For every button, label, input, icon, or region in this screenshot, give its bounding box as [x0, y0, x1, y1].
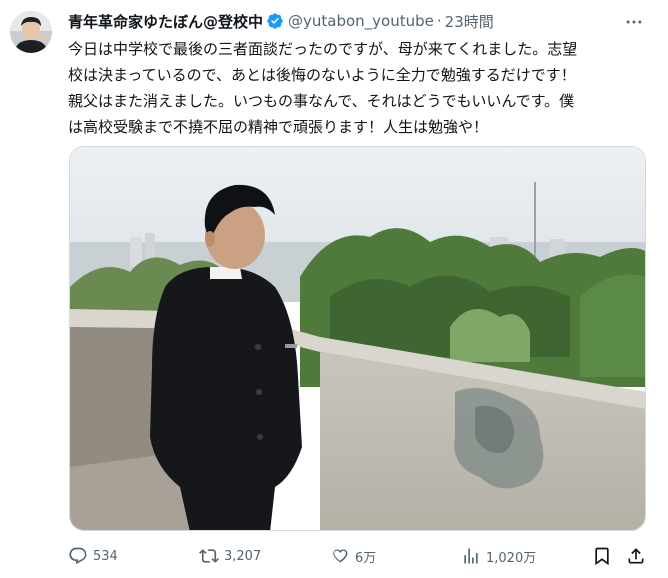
tweet-text-line: 親父はまた消えました。いつもの事なんで、それはどうでもいいんです。僕 [68, 92, 575, 110]
tweet-text: 今日は中学校で最後の三者面談だったのですが、母が来てくれました。志望 校は決まっ… [68, 36, 648, 140]
tweet-photo[interactable] [69, 146, 646, 531]
action-bar: 534 3,207 6万 1,020万 [68, 543, 650, 569]
reply-count: 534 [93, 548, 118, 564]
share-button[interactable] [626, 543, 651, 569]
tweet-text-line: 今日は中学校で最後の三者面談だったのですが、母が来てくれました。志望 [68, 40, 578, 58]
bar-chart-icon [464, 548, 478, 564]
user-handle[interactable]: @yutabon_youtube [288, 12, 434, 30]
timestamp[interactable]: 23時間 [445, 11, 494, 32]
reply-icon [69, 547, 87, 565]
more-options-icon[interactable] [622, 12, 646, 32]
retweet-button[interactable]: 3,207 [199, 543, 261, 569]
heart-icon [333, 549, 348, 563]
retweet-count: 3,207 [224, 548, 262, 564]
like-button[interactable]: 6万 [330, 543, 376, 569]
view-count: 1,020万 [486, 550, 537, 566]
reply-button[interactable]: 534 [68, 543, 118, 569]
separator-dot: · [436, 12, 442, 30]
tweet[interactable]: 青年革命家ゆたぼん@登校中 @yutabon_youtube · 23時間 今日… [0, 0, 668, 578]
avatar-image [10, 11, 52, 53]
views-button[interactable]: 1,020万 [461, 543, 536, 569]
retweet-icon [199, 549, 219, 563]
tweet-text-line: は高校受験まで不撓不屈の精神で頑張ります！人生は勉強や！ [68, 118, 489, 136]
tweet-text-line: 校は決まっているので、あとは後悔のないように全力で勉強するだけです！ [68, 66, 576, 84]
tweet-content: 青年革命家ゆたぼん@登校中 @yutabon_youtube · 23時間 今日… [68, 8, 648, 140]
photo-image [70, 147, 645, 530]
like-count: 6万 [355, 550, 377, 566]
bookmark-icon [595, 547, 609, 566]
verified-badge-icon [266, 12, 284, 30]
display-name[interactable]: 青年革命家ゆたぼん@登校中 [68, 11, 263, 32]
share-icon [628, 548, 644, 564]
bookmark-button[interactable] [592, 543, 617, 569]
tweet-header: 青年革命家ゆたぼん@登校中 @yutabon_youtube · 23時間 [68, 8, 648, 34]
avatar[interactable] [10, 11, 52, 53]
